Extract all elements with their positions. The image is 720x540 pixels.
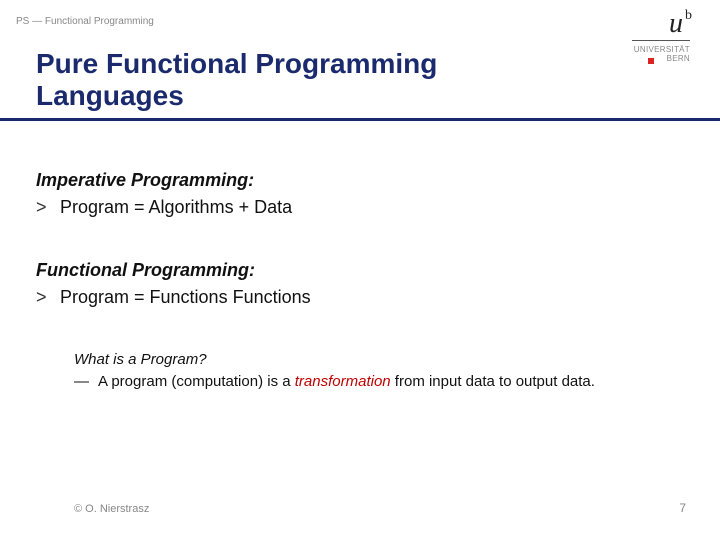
footer-copyright: © O. Nierstrasz — [74, 503, 149, 515]
slide-header-label: PS — Functional Programming — [16, 16, 154, 27]
slide-title: Pure Functional Programming Languages — [36, 48, 437, 112]
bullet-symbol: > — [36, 197, 60, 218]
university-logo: ub UNIVERSITÄT BERN — [632, 10, 690, 63]
title-underline — [0, 118, 720, 121]
section-imperative: Imperative Programming: > Program = Algo… — [36, 170, 680, 218]
bullet-item: > Program = Functions Functions — [36, 287, 680, 308]
bullet-text: Program = Functions Functions — [60, 287, 311, 308]
title-line-2: Languages — [36, 80, 184, 111]
page-number: 7 — [679, 501, 686, 515]
logo-subtext-1: UNIVERSITÄT — [632, 45, 690, 54]
logo-divider — [632, 40, 690, 41]
section-functional: Functional Programming: > Program = Func… — [36, 260, 680, 308]
answer-post: from input data to output data. — [391, 373, 595, 390]
bullet-text: Program = Algorithms + Data — [60, 197, 292, 218]
logo-accent-square — [648, 58, 654, 64]
bullet-symbol: > — [36, 287, 60, 308]
section-heading: Imperative Programming: — [36, 170, 680, 191]
bullet-item: > Program = Algorithms + Data — [36, 197, 680, 218]
answer-text: A program (computation) is a transformat… — [98, 372, 595, 392]
title-line-1: Pure Functional Programming — [36, 48, 437, 79]
question-block: What is a Program? — A program (computat… — [74, 350, 660, 393]
logo-letter-u: u — [669, 10, 683, 38]
question-answer: — A program (computation) is a transform… — [74, 372, 660, 392]
dash-bullet: — — [74, 372, 98, 392]
question-heading: What is a Program? — [74, 350, 660, 370]
answer-pre: A program (computation) is a — [98, 373, 295, 390]
logo-subtext-2: BERN — [632, 54, 690, 63]
section-heading: Functional Programming: — [36, 260, 680, 281]
answer-emphasis: transformation — [295, 373, 391, 390]
logo-letter-b: b — [685, 8, 692, 23]
